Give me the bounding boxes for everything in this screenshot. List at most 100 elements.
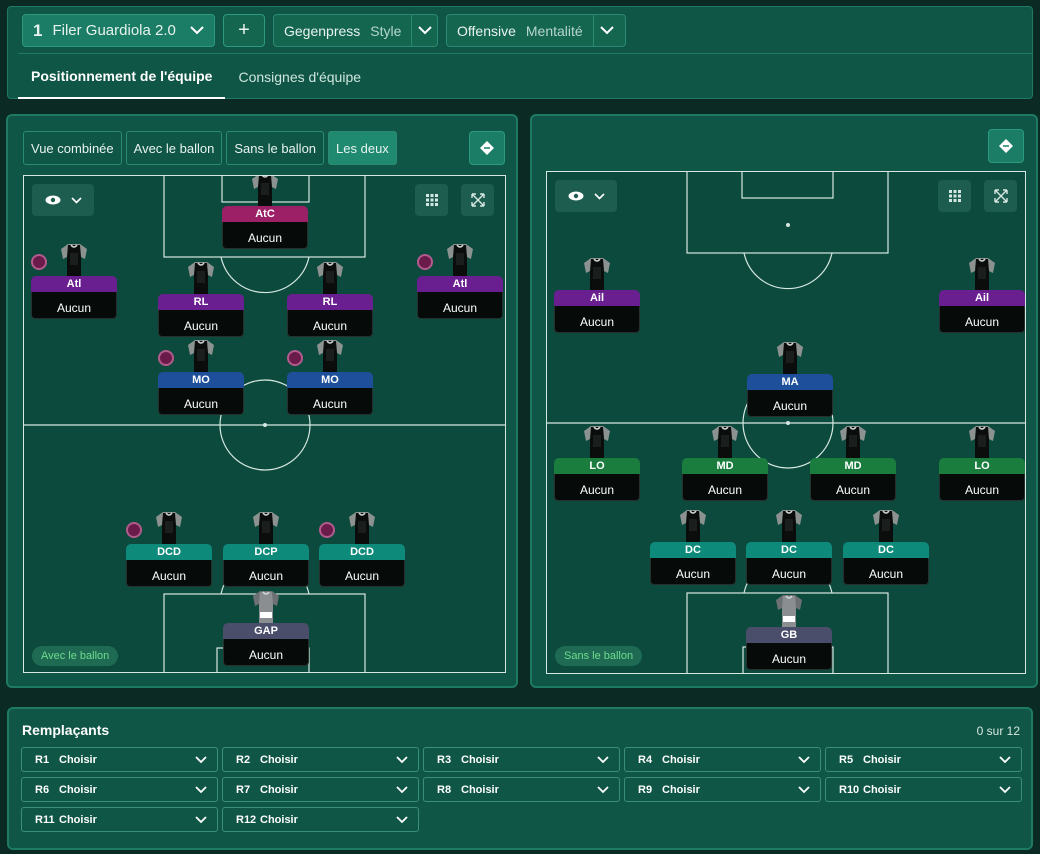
tab-team-instructions[interactable]: Consignes d'équipe [225, 54, 374, 99]
substitute-slot[interactable]: R8 Choisir [423, 777, 620, 802]
tactic-select[interactable]: 1 Filer Guardiola 2.0 [22, 14, 215, 47]
player-role: GAP [223, 623, 309, 639]
player-role: DCP [223, 544, 309, 560]
substitute-slot[interactable]: R5 Choisir [825, 747, 1022, 772]
player-role: MO [287, 372, 373, 388]
view-tab-combined[interactable]: Vue combinée [23, 131, 122, 165]
view-tab-in-possession[interactable]: Avec le ballon [125, 131, 223, 165]
player-slot[interactable]: LO Aucun [554, 425, 640, 513]
player-role: RL [287, 294, 373, 310]
player-slot[interactable]: RL Aucun [287, 261, 373, 349]
pitch-in-possession: Avec le ballon AtC Aucun Atl Aucun RL Aucun RL… [23, 175, 506, 673]
style-dropdown[interactable]: Gegenpress Style [273, 14, 438, 47]
shirt-icon [251, 511, 281, 547]
shirt-icon [59, 243, 89, 279]
chevron-down-icon [195, 755, 207, 763]
shirt-icon [250, 176, 280, 209]
grid-icon[interactable] [938, 180, 971, 212]
player-slot[interactable]: Ail Aucun [554, 257, 640, 345]
player-role: Ail [939, 290, 1025, 306]
tactic-number: 1 [33, 20, 43, 40]
player-slot[interactable]: RL Aucun [158, 261, 244, 349]
mentality-dropdown[interactable]: Offensive Mentalité [446, 14, 626, 47]
player-slot[interactable]: Atl Aucun [417, 243, 503, 331]
substitute-slot[interactable]: R4 Choisir [624, 747, 821, 772]
player-name: Aucun [554, 306, 640, 333]
tab-bar: Positionnement de l'équipe Consignes d'é… [18, 53, 1032, 99]
phase-badge-in-possession: Avec le ballon [32, 646, 119, 666]
add-tactic-button[interactable]: + [223, 14, 265, 47]
player-slot[interactable]: Atl Aucun [31, 243, 117, 331]
tab-team-positioning[interactable]: Positionnement de l'équipe [18, 54, 226, 99]
player-slot[interactable]: AtC Aucun [222, 176, 308, 261]
substitute-slot[interactable]: R7 Choisir [222, 777, 419, 802]
substitute-value: Choisir [59, 753, 97, 766]
style-value: Gegenpress [284, 22, 361, 39]
chevron-down-icon [597, 755, 609, 763]
swap-icon[interactable] [469, 131, 505, 165]
player-name: Aucun [747, 390, 833, 417]
substitute-value: Choisir [461, 753, 499, 766]
chevron-down-icon [195, 785, 207, 793]
shirt-icon [186, 339, 216, 375]
player-slot[interactable]: MO Aucun [158, 339, 244, 427]
substitute-value: Choisir [260, 753, 298, 766]
chevron-down-icon [597, 785, 609, 793]
substitute-value: Choisir [260, 813, 298, 826]
chevron-down-icon [798, 785, 810, 793]
grid-icon[interactable] [415, 184, 448, 216]
expand-icon[interactable] [984, 180, 1017, 212]
player-role: Ail [554, 290, 640, 306]
substitute-slot[interactable]: R10 Choisir [825, 777, 1022, 802]
shirt-icon [967, 425, 997, 461]
view-tab-both[interactable]: Les deux [328, 131, 397, 165]
substitute-code: R11 [35, 813, 55, 826]
substitute-value: Choisir [461, 783, 499, 796]
player-slot[interactable]: MA Aucun [747, 341, 833, 429]
player-slot[interactable]: DC Aucun [650, 509, 736, 597]
substitute-code: R7 [236, 783, 251, 796]
role-indicator-icon [319, 522, 335, 538]
chevron-down-icon [70, 196, 82, 204]
player-slot[interactable]: MO Aucun [287, 339, 373, 427]
view-tab-out-of-possession[interactable]: Sans le ballon [226, 131, 325, 165]
expand-icon[interactable] [461, 184, 494, 216]
visibility-toggle[interactable] [555, 180, 617, 212]
player-slot[interactable]: GB Aucun [746, 594, 832, 673]
player-slot[interactable]: DC Aucun [843, 509, 929, 597]
player-slot[interactable]: LO Aucun [939, 425, 1025, 513]
player-name: Aucun [287, 388, 373, 415]
visibility-toggle[interactable] [32, 184, 94, 216]
substitute-slot[interactable]: R6 Choisir [21, 777, 218, 802]
shirt-icon [315, 339, 345, 375]
player-slot[interactable]: DCP Aucun [223, 511, 309, 599]
shirt-icon [445, 243, 475, 279]
mentality-label: Mentalité [525, 22, 583, 39]
substitute-slot[interactable]: R1 Choisir [21, 747, 218, 772]
substitutes-title: Remplaçants [22, 722, 110, 738]
substitute-value: Choisir [59, 783, 97, 796]
player-slot[interactable]: DCD Aucun [319, 511, 405, 599]
player-name: Aucun [939, 306, 1025, 333]
substitute-slot[interactable]: R9 Choisir [624, 777, 821, 802]
substitute-slot[interactable]: R12 Choisir [222, 807, 419, 832]
player-slot[interactable]: DC Aucun [746, 509, 832, 597]
player-slot[interactable]: GAP Aucun [223, 590, 309, 672]
role-indicator-icon [126, 522, 142, 538]
player-slot[interactable]: Ail Aucun [939, 257, 1025, 345]
player-slot[interactable]: MD Aucun [810, 425, 896, 513]
player-role: LO [939, 458, 1025, 474]
chevron-down-icon [195, 815, 207, 823]
player-slot[interactable]: MD Aucun [682, 425, 768, 513]
swap-icon[interactable] [988, 129, 1024, 163]
substitute-value: Choisir [59, 813, 97, 826]
player-role: MO [158, 372, 244, 388]
substitute-slot[interactable]: R11 Choisir [21, 807, 218, 832]
substitute-slot[interactable]: R3 Choisir [423, 747, 620, 772]
substitute-slot[interactable]: R2 Choisir [222, 747, 419, 772]
player-slot[interactable]: DCD Aucun [126, 511, 212, 599]
shirt-icon [315, 261, 345, 297]
chevron-down-icon [396, 815, 408, 823]
view-tabs: Vue combinée Avec le ballon Sans le ball… [23, 131, 397, 165]
substitute-value: Choisir [863, 753, 901, 766]
